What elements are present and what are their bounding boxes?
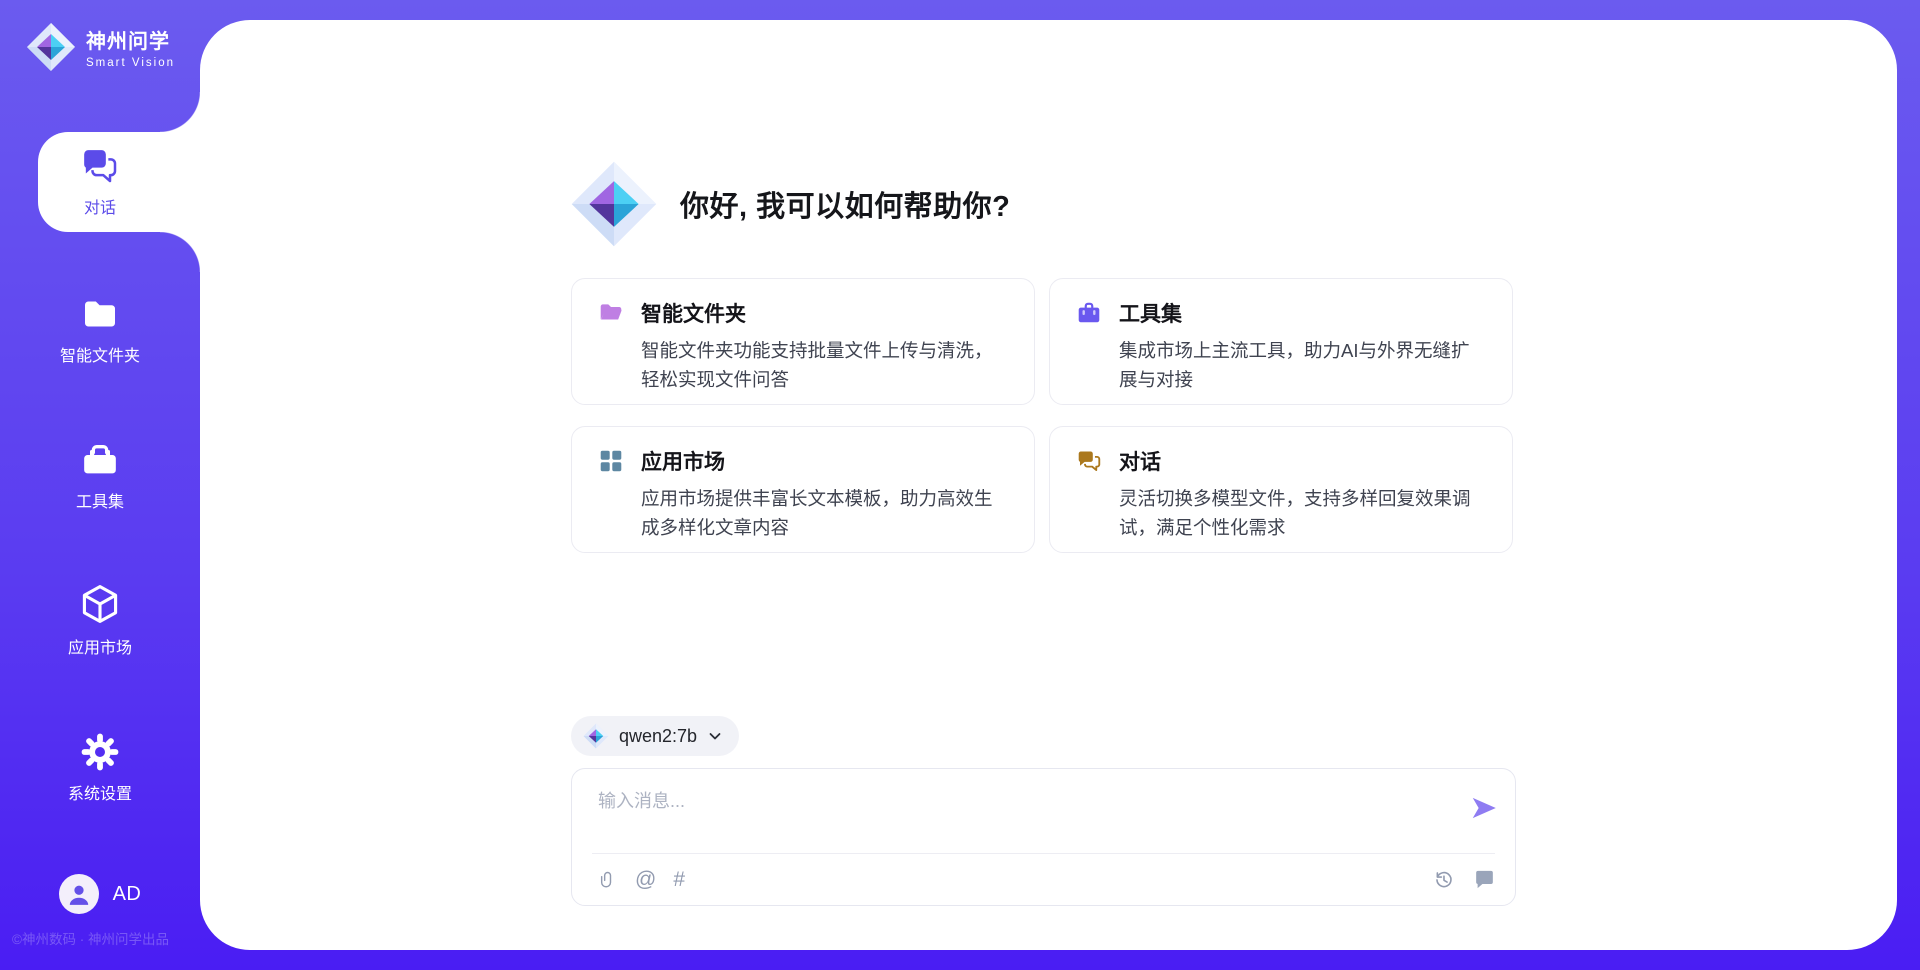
card-description: 应用市场提供丰富长文本模板，助力高效生成多样化文章内容 [641,484,1008,542]
apps-grid-icon [598,448,624,474]
message-composer: @ # [571,768,1516,906]
at-icon: @ [635,869,656,890]
card-toolset[interactable]: 工具集 集成市场上主流工具，助力AI与外界无缝扩展与对接 [1049,278,1513,405]
mention-button[interactable]: @ [635,869,656,890]
sidebar-item-toolset[interactable]: 工具集 [0,430,200,522]
card-description: 智能文件夹功能支持批量文件上传与清洗，轻松实现文件问答 [641,336,1008,394]
gem-logo-icon [583,723,609,749]
message-input[interactable] [598,783,1458,819]
briefcase-icon [1076,300,1102,326]
brand-subtitle: Smart Vision [86,57,175,69]
folder-icon [80,294,120,334]
history-icon [1432,868,1455,891]
brand: 神州问学 Smart Vision [26,22,175,72]
sidebar-item-settings[interactable]: 系统设置 [0,722,200,814]
gear-icon [80,732,120,772]
sidebar-item-label: 系统设置 [68,780,132,804]
sidebar-item-label: 智能文件夹 [60,342,140,366]
card-description: 灵活切换多模型文件，支持多样回复效果调试，满足个性化需求 [1119,484,1486,542]
send-icon[interactable] [1469,793,1499,823]
user-name: AD [113,883,142,906]
app-window: 神州问学 Smart Vision 对话 智能文件夹 [0,0,1920,970]
person-icon [66,881,92,907]
chat-bubble-icon [1472,867,1497,892]
sidebar-item-label: 对话 [84,194,116,218]
greeting: 你好, 我可以如何帮助你? [570,160,1010,248]
brand-logo-icon [26,22,76,72]
sidebar-item-app-market[interactable]: 应用市场 [0,574,200,666]
card-title: 工具集 [1119,298,1182,328]
sidebar-item-label: 应用市场 [68,634,132,658]
greeting-text: 你好, 我可以如何帮助你? [680,183,1010,225]
model-selector[interactable]: qwen2:7b [571,716,739,756]
card-description: 集成市场上主流工具，助力AI与外界无缝扩展与对接 [1119,336,1486,394]
card-smart-folder[interactable]: 智能文件夹 智能文件夹功能支持批量文件上传与清洗，轻松实现文件问答 [571,278,1035,405]
card-title: 智能文件夹 [641,298,746,328]
feedback-button[interactable] [1472,867,1497,892]
model-name: qwen2:7b [619,726,697,747]
copyright: ©神州数码 · 神州问学出品 [12,928,200,948]
sidebar-item-label: 工具集 [76,488,124,512]
chat-icon [1076,448,1102,474]
cube-icon [78,582,122,626]
assistant-logo-icon [570,160,658,248]
card-chat[interactable]: 对话 灵活切换多模型文件，支持多样回复效果调试，满足个性化需求 [1049,426,1513,553]
brand-name: 神州问学 [86,25,175,54]
card-app-market[interactable]: 应用市场 应用市场提供丰富长文本模板，助力高效生成多样化文章内容 [571,426,1035,553]
attach-file-button[interactable] [598,869,618,891]
hash-icon: # [673,869,685,890]
topic-button[interactable]: # [673,869,685,890]
user-account[interactable]: AD [0,873,200,915]
card-title: 应用市场 [641,446,725,476]
chat-icon [80,146,120,186]
history-button[interactable] [1432,868,1455,891]
main-content: 你好, 我可以如何帮助你? 智能文件夹 智能文件夹功能支持批量文件上传与清洗，轻… [200,20,1897,950]
briefcase-icon [80,440,120,480]
sidebar-item-smart-folder[interactable]: 智能文件夹 [0,284,200,376]
feature-cards: 智能文件夹 智能文件夹功能支持批量文件上传与清洗，轻松实现文件问答 工具集 集成… [571,278,1513,553]
pill-corner-bottom [160,232,200,272]
card-title: 对话 [1119,446,1161,476]
sidebar: 神州问学 Smart Vision 对话 智能文件夹 [0,0,200,970]
sidebar-item-chat[interactable]: 对话 [0,132,200,232]
folder-open-icon [598,300,624,326]
avatar [59,874,99,914]
pill-corner-top [160,92,200,132]
paperclip-icon [598,869,618,891]
chevron-down-icon [707,728,723,744]
